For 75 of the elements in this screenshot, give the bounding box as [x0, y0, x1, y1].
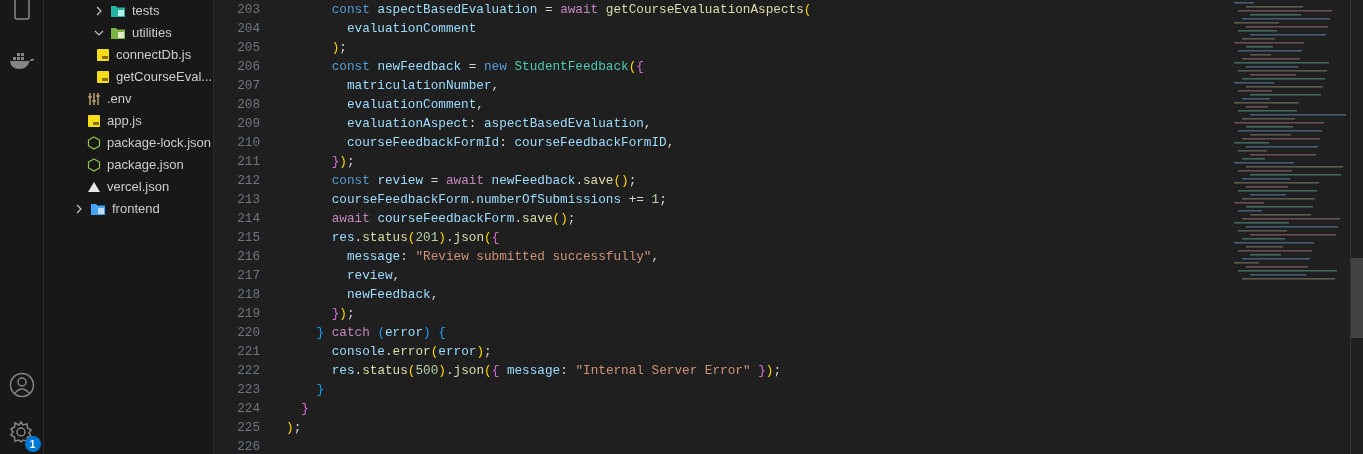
line-number: 209	[236, 115, 260, 133]
code-line: review,	[345, 268, 401, 283]
line-number: 224	[236, 400, 260, 418]
code-line: await courseFeedbackForm.save();	[330, 211, 576, 226]
triangle-file-icon	[87, 180, 101, 194]
file-item[interactable]: app.js	[44, 110, 213, 132]
code-line: newFeedback,	[345, 287, 439, 302]
line-number: 206	[236, 58, 260, 76]
line-number: 203	[236, 1, 260, 19]
hexagon-file-icon	[87, 158, 101, 172]
line-number: 213	[236, 191, 260, 209]
code-line: res.status(201).json({	[330, 230, 500, 245]
chevron-right-icon	[74, 204, 84, 214]
js-file-icon	[96, 70, 110, 84]
chevron-right-icon	[94, 6, 104, 16]
notification-badge: 1	[24, 436, 41, 452]
folder-icon	[110, 4, 126, 18]
line-number: 205	[236, 39, 260, 57]
line-number: 214	[236, 210, 260, 228]
line-number: 221	[236, 343, 260, 361]
code-line: courseFeedbackFormId: courseFeedbackFormID,	[345, 135, 675, 150]
folder-icon	[110, 26, 126, 40]
hexagon-file-icon	[87, 136, 101, 150]
code-line: const newFeedback = new StudentFeedback({	[330, 59, 644, 74]
file-item[interactable]: .env	[44, 88, 213, 110]
file-item[interactable]: package.json	[44, 154, 213, 176]
code-line: message: "Review submitted successfully",	[345, 249, 660, 264]
chevron-down-icon	[94, 28, 104, 38]
js-file-icon	[96, 48, 110, 62]
line-number: 220	[236, 324, 260, 342]
code-line: } catch (error) {	[315, 325, 446, 340]
code-line: evaluationAspect: aspectBasedEvaluation,	[345, 116, 652, 131]
scrollbar-thumb[interactable]	[1351, 258, 1363, 338]
line-number: 204	[236, 20, 260, 38]
folder-item[interactable]: utilities	[44, 22, 213, 44]
code-line: console.error(error);	[330, 344, 492, 359]
code-line: evaluationComment	[345, 21, 477, 36]
file-item[interactable]: getCourseEval...	[44, 66, 213, 88]
line-number: 216	[236, 248, 260, 266]
file-item[interactable]: connectDb.js	[44, 44, 213, 66]
code-line: );	[286, 420, 302, 435]
line-number: 219	[236, 305, 260, 323]
code-line: courseFeedbackForm.numberOfSubmissions += 1;	[330, 192, 667, 207]
code-line: matriculationNumber,	[345, 78, 500, 93]
account-icon[interactable]	[8, 372, 35, 398]
folder-item[interactable]: frontend	[44, 198, 213, 220]
line-number: 218	[236, 286, 260, 304]
code-line: const review = await newFeedback.save();	[330, 173, 637, 188]
line-number: 210	[236, 134, 260, 152]
phone-icon[interactable]	[11, 0, 32, 20]
code-line: }	[315, 382, 325, 397]
line-number: 223	[236, 381, 260, 399]
code-line: }	[300, 401, 309, 416]
line-number: 222	[236, 362, 260, 380]
code-line: });	[330, 306, 355, 321]
code-line: const aspectBasedEvaluation = await getCourseEvaluationAspects(	[330, 2, 812, 17]
line-number: 225	[236, 419, 260, 437]
file-item[interactable]: vercel.json	[44, 176, 213, 198]
code-line: });	[330, 154, 355, 169]
line-number: 215	[236, 229, 260, 247]
line-number: 207	[236, 77, 260, 95]
line-number: 226	[236, 438, 260, 454]
whale-icon[interactable]	[8, 52, 35, 72]
file-item[interactable]: package-lock.json	[44, 132, 213, 154]
code-line: evaluationComment,	[345, 97, 484, 112]
folder-item[interactable]: tests	[44, 0, 213, 22]
sliders-file-icon	[87, 92, 101, 106]
code-line: );	[330, 40, 347, 55]
js-file-icon	[87, 114, 101, 128]
line-number: 208	[236, 96, 260, 114]
line-number: 211	[236, 153, 260, 171]
line-number: 212	[236, 172, 260, 190]
folder-icon	[90, 202, 106, 216]
code-line: res.status(500).json({ message: "Internal Server Error" });	[330, 363, 782, 378]
line-number: 217	[236, 267, 260, 285]
